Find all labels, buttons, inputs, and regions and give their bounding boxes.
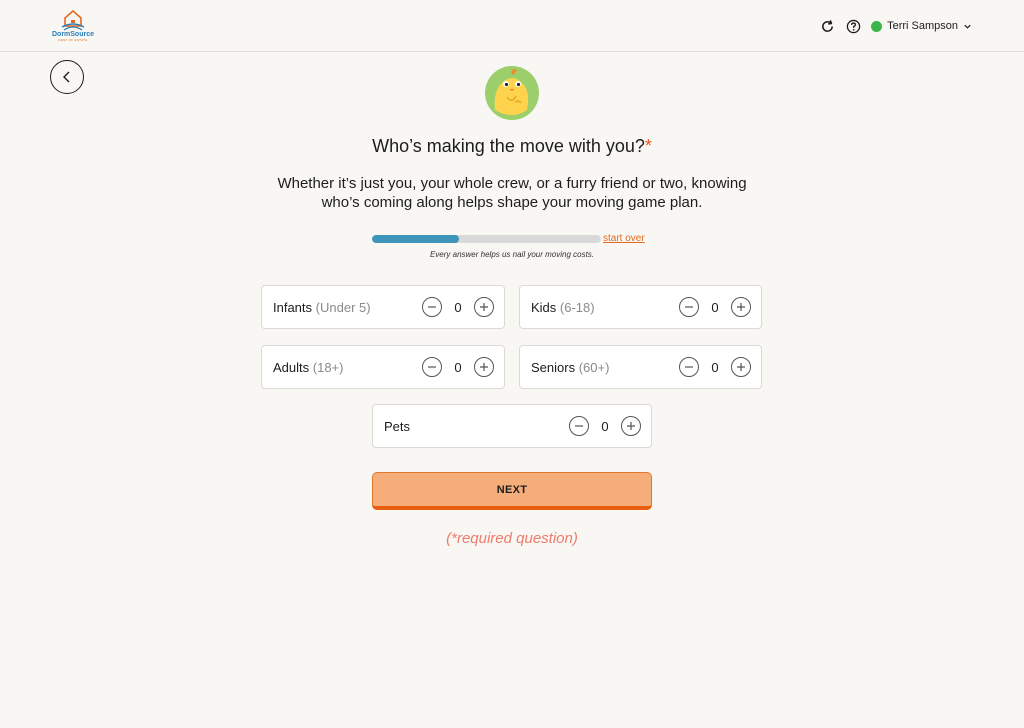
adults-increment-button[interactable] <box>474 357 494 377</box>
adults-counter-card: Adults (18+) 0 <box>261 345 505 389</box>
minus-icon <box>685 366 693 368</box>
question-subtitle: Whether it’s just you, your whole crew, … <box>277 175 747 211</box>
next-button[interactable]: NEXT <box>372 472 652 510</box>
pets-label: Pets <box>384 419 411 434</box>
kids-increment-button[interactable] <box>731 297 751 317</box>
kids-label-text: Kids <box>531 300 557 315</box>
progress-fill <box>372 235 460 243</box>
minus-icon <box>685 306 693 308</box>
adults-decrement-button[interactable] <box>422 357 442 377</box>
start-over-link[interactable]: start over <box>603 233 645 244</box>
seniors-label-text: Seniors <box>531 360 576 375</box>
seniors-age-range: (60+) <box>578 360 610 375</box>
pets-increment-button[interactable] <box>621 416 641 436</box>
header-actions: Terri Sampson <box>819 17 972 35</box>
question-text: Who’s making the move with you? <box>372 136 645 156</box>
required-question-note: (*required question) <box>446 530 578 547</box>
adults-count: 0 <box>454 359 462 375</box>
minus-icon <box>575 425 583 427</box>
adults-label: Adults (18+) <box>273 360 343 375</box>
progress-note: Every answer helps us nail your moving c… <box>429 250 595 259</box>
infants-stepper: 0 <box>422 296 494 318</box>
pets-counter-card: Pets 0 <box>372 404 652 448</box>
minus-icon <box>428 366 436 368</box>
progress-area: start over <box>372 233 652 246</box>
seniors-counter-card: Seniors (60+) 0 <box>519 345 762 389</box>
infants-age-range: (Under 5) <box>315 300 371 315</box>
logo[interactable]: DormSource REST OF ESTATE <box>50 9 96 43</box>
plus-icon <box>480 303 488 311</box>
kids-decrement-button[interactable] <box>679 297 699 317</box>
seniors-increment-button[interactable] <box>731 357 751 377</box>
required-asterisk: * <box>644 136 652 156</box>
online-status-dot <box>871 20 883 32</box>
top-header: DormSource REST OF ESTATE Terri Sampson <box>0 0 1024 52</box>
help-icon[interactable] <box>845 18 861 34</box>
kids-counter-card: Kids (6-18) 0 <box>519 285 762 329</box>
plus-icon <box>737 303 745 311</box>
pets-decrement-button[interactable] <box>569 416 589 436</box>
infants-count: 0 <box>454 299 462 315</box>
infants-decrement-button[interactable] <box>422 297 442 317</box>
chevron-left-icon <box>63 71 70 83</box>
back-button[interactable] <box>50 60 84 94</box>
kids-count: 0 <box>711 299 719 315</box>
logo-brand: DormSource <box>51 31 94 38</box>
house-icon <box>61 9 85 31</box>
mascot-chick-avatar <box>485 66 539 120</box>
user-name: Terri Sampson <box>887 20 958 32</box>
infants-label-text: Infants <box>273 300 313 315</box>
pets-stepper: 0 <box>569 415 641 437</box>
plus-icon <box>737 363 745 371</box>
user-menu[interactable]: Terri Sampson <box>871 20 972 32</box>
infants-increment-button[interactable] <box>474 297 494 317</box>
plus-icon <box>480 363 488 371</box>
adults-age-range: (18+) <box>312 360 344 375</box>
infants-counter-card: Infants (Under 5) 0 <box>261 285 505 329</box>
seniors-count: 0 <box>711 359 719 375</box>
kids-age-range: (6-18) <box>559 300 595 315</box>
pets-count: 0 <box>601 418 609 434</box>
kids-stepper: 0 <box>679 296 751 318</box>
question-title: Who’s making the move with you?* <box>0 136 1024 157</box>
infants-label: Infants (Under 5) <box>273 300 371 315</box>
kids-label: Kids (6-18) <box>531 300 595 315</box>
minus-icon <box>428 306 436 308</box>
seniors-stepper: 0 <box>679 356 751 378</box>
seniors-decrement-button[interactable] <box>679 357 699 377</box>
refresh-icon[interactable] <box>819 18 835 34</box>
plus-icon <box>627 422 635 430</box>
seniors-label: Seniors (60+) <box>531 360 609 375</box>
chevron-down-icon <box>964 24 971 29</box>
progress-bar <box>372 235 601 243</box>
logo-tagline: REST OF ESTATE <box>58 38 88 42</box>
adults-stepper: 0 <box>422 356 494 378</box>
adults-label-text: Adults <box>273 360 310 375</box>
